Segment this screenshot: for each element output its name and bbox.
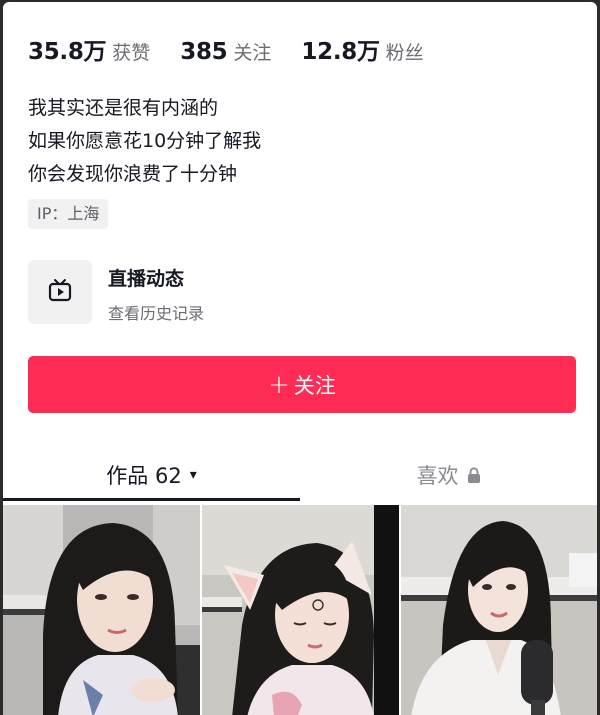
stat-likes[interactable]: 35.8万 获赞 bbox=[28, 32, 150, 66]
live-title: 直播动态 bbox=[108, 268, 185, 290]
plus-icon: + bbox=[268, 369, 290, 400]
tab-likes-label: 喜欢 bbox=[416, 464, 459, 488]
stat-followers[interactable]: 12.8万 粉丝 bbox=[301, 32, 423, 66]
bio: 我其实还是很有内涵的 如果你愿意花10分钟了解我 你会发现你浪费了十分钟 bbox=[28, 92, 261, 191]
stat-likes-label: 获赞 bbox=[112, 42, 151, 64]
bio-line: 你会发现你浪费了十分钟 bbox=[28, 163, 238, 185]
stat-followers-value: 12.8万 bbox=[301, 39, 380, 65]
stat-following[interactable]: 385 关注 bbox=[180, 38, 271, 65]
tab-likes[interactable]: 喜欢 bbox=[300, 450, 597, 500]
stat-following-label: 关注 bbox=[233, 42, 272, 64]
video-thumbnail-3[interactable] bbox=[401, 505, 597, 715]
ip-location-badge: IP：上海 bbox=[28, 199, 109, 229]
live-icon-box bbox=[28, 260, 92, 324]
follow-label: 关注 bbox=[293, 373, 336, 398]
live-history-entry[interactable]: 直播动态 查看历史记录 bbox=[28, 260, 568, 324]
profile-card: 35.8万 获赞 385 关注 12.8万 粉丝 我其实还是很有内涵的 如果你愿… bbox=[3, 2, 597, 715]
stat-following-value: 385 bbox=[180, 39, 228, 65]
video-thumbnail-1[interactable] bbox=[3, 505, 200, 715]
tab-works-label: 作品 62 bbox=[106, 464, 182, 488]
follow-button[interactable]: + 关注 bbox=[28, 356, 576, 413]
stat-followers-label: 粉丝 bbox=[385, 42, 424, 64]
stats-row: 35.8万 获赞 385 关注 12.8万 粉丝 bbox=[28, 32, 454, 66]
bio-line: 我其实还是很有内涵的 bbox=[28, 97, 219, 119]
stat-likes-value: 35.8万 bbox=[28, 39, 107, 65]
tab-works[interactable]: 作品 62 ▾ bbox=[3, 450, 300, 500]
video-thumbnail-2[interactable] bbox=[202, 505, 399, 715]
live-subtitle: 查看历史记录 bbox=[108, 304, 205, 323]
screen-frame: 35.8万 获赞 385 关注 12.8万 粉丝 我其实还是很有内涵的 如果你愿… bbox=[0, 0, 600, 715]
caret-down-icon: ▾ bbox=[189, 467, 197, 483]
active-tab-indicator bbox=[3, 498, 300, 501]
tv-play-icon bbox=[47, 277, 73, 307]
content-tabs: 作品 62 ▾ 喜欢 bbox=[3, 450, 597, 502]
lock-icon bbox=[467, 466, 481, 484]
bio-line: 如果你愿意花10分钟了解我 bbox=[28, 130, 262, 152]
video-grid bbox=[3, 505, 597, 715]
